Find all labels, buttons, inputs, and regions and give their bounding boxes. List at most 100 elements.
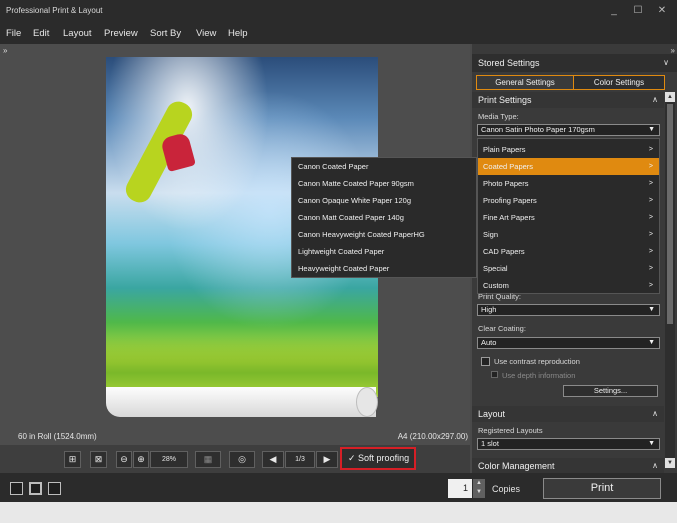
dropdown-arrow-icon: ▼ bbox=[648, 440, 655, 447]
menu-view[interactable]: View bbox=[196, 28, 216, 39]
print-settings-header[interactable]: Print Settings ∧ bbox=[472, 92, 664, 108]
category-label: Custom bbox=[483, 281, 509, 290]
stored-settings-title: Stored Settings bbox=[478, 58, 540, 68]
chevron-right-icon: > bbox=[648, 197, 653, 204]
zoom-in-icon[interactable]: ⊕ bbox=[133, 451, 149, 468]
tab-general-settings[interactable]: General Settings bbox=[476, 75, 574, 90]
print-quality-select[interactable]: High ▼ bbox=[477, 304, 660, 316]
rotate-options-icon[interactable]: ◎ bbox=[229, 451, 255, 468]
chevron-right-icon: > bbox=[648, 282, 653, 289]
chevron-up-icon: ∧ bbox=[652, 461, 658, 470]
menu-edit[interactable]: Edit bbox=[33, 28, 49, 39]
media-category-list: Plain Papers > Coated Papers > Photo Paper… bbox=[477, 138, 660, 294]
submenu-item[interactable]: Lightweight Coated Paper bbox=[292, 243, 476, 260]
minimize-button[interactable]: _ bbox=[603, 4, 625, 18]
submenu-item[interactable]: Heavyweight Coated Paper bbox=[292, 260, 476, 277]
submenu-item[interactable]: Canon Coated Paper bbox=[292, 158, 476, 175]
chevron-up-icon: ∧ bbox=[652, 409, 658, 418]
color-management-header[interactable]: Color Management ∧ bbox=[472, 458, 664, 473]
category-fine-art-papers[interactable]: Fine Art Papers > bbox=[478, 209, 659, 226]
two-page-layout-icon[interactable] bbox=[29, 482, 42, 495]
category-label: Coated Papers bbox=[483, 162, 534, 171]
soft-proofing-toggle[interactable]: ✓ Soft proofing bbox=[340, 447, 416, 470]
paper-size-label: A4 (210.00x297.00) bbox=[397, 432, 468, 441]
print-quality-label: Print Quality: bbox=[478, 292, 521, 301]
layout-title: Layout bbox=[478, 409, 506, 419]
category-label: Sign bbox=[483, 230, 499, 239]
zoom-out-icon[interactable]: ⊖ bbox=[116, 451, 132, 468]
chevron-right-icon: > bbox=[648, 146, 653, 153]
expand-left-icon[interactable]: » bbox=[3, 46, 7, 55]
single-layout-icon[interactable] bbox=[10, 482, 23, 495]
scroll-thumb[interactable] bbox=[667, 104, 673, 324]
scroll-down-icon[interactable]: ▼ bbox=[665, 458, 675, 468]
category-coated-papers[interactable]: Coated Papers > bbox=[478, 158, 659, 175]
dropdown-arrow-icon: ▼ bbox=[648, 126, 655, 133]
chevron-right-icon: > bbox=[648, 180, 653, 187]
split-layout-icon[interactable] bbox=[48, 482, 61, 495]
maximize-button[interactable]: ☐ bbox=[627, 4, 649, 18]
zoom-level-select[interactable]: 28% bbox=[150, 451, 188, 468]
category-label: Special bbox=[483, 264, 508, 273]
registered-layouts-label: Registered Layouts bbox=[478, 426, 543, 435]
category-label: Plain Papers bbox=[483, 145, 526, 154]
settings-button[interactable]: Settings... bbox=[563, 385, 658, 397]
menu-file[interactable]: File bbox=[6, 28, 21, 39]
menu-layout[interactable]: Layout bbox=[63, 28, 92, 39]
menu-sort-by[interactable]: Sort By bbox=[150, 28, 181, 39]
submenu-item[interactable]: Canon Matt Coated Paper 140g bbox=[292, 209, 476, 226]
category-label: Photo Papers bbox=[483, 179, 529, 188]
submenu-item[interactable]: Canon Matte Coated Paper 90gsm bbox=[292, 175, 476, 192]
delete-page-icon[interactable]: ⊠ bbox=[90, 451, 107, 468]
menu-preview[interactable]: Preview bbox=[104, 28, 138, 39]
chevron-right-icon: > bbox=[648, 265, 653, 272]
category-photo-papers[interactable]: Photo Papers > bbox=[478, 175, 659, 192]
contrast-reproduction-checkbox[interactable] bbox=[481, 357, 490, 366]
next-page-icon[interactable]: ▶ bbox=[316, 451, 338, 468]
chevron-right-icon: > bbox=[648, 231, 653, 238]
chevron-right-icon: > bbox=[648, 163, 653, 170]
copies-stepper[interactable]: ▲ ▼ bbox=[473, 479, 485, 498]
category-label: Proofing Papers bbox=[483, 196, 537, 205]
copies-label: Copies bbox=[492, 484, 521, 494]
dropdown-arrow-icon: ▼ bbox=[648, 339, 655, 346]
previous-page-icon[interactable]: ◀ bbox=[262, 451, 284, 468]
roll-label: 60 in Roll (1524.0mm) bbox=[18, 432, 97, 441]
tab-color-settings[interactable]: Color Settings bbox=[574, 75, 665, 90]
clear-coating-label: Clear Coating: bbox=[478, 324, 526, 333]
dropdown-arrow-icon: ▼ bbox=[648, 306, 655, 313]
media-type-value: Canon Satin Photo Paper 170gsm bbox=[481, 125, 595, 134]
registered-layouts-select[interactable]: 1 slot ▼ bbox=[477, 438, 660, 450]
coated-papers-submenu: Canon Coated Paper Canon Matte Coated Pa… bbox=[291, 157, 477, 278]
window-title: Professional Print & Layout bbox=[6, 6, 103, 15]
registered-layouts-value: 1 slot bbox=[481, 439, 499, 448]
panel-scrollbar[interactable]: ▲ ▼ bbox=[665, 92, 675, 468]
menu-help[interactable]: Help bbox=[228, 28, 248, 39]
print-quality-value: High bbox=[481, 305, 497, 314]
paper-roll-end bbox=[356, 387, 378, 417]
print-settings-title: Print Settings bbox=[478, 95, 532, 105]
depth-information-label: Use depth information bbox=[502, 371, 576, 380]
category-label: CAD Papers bbox=[483, 247, 525, 256]
menu-bar: File Edit Layout Preview Sort By View He… bbox=[0, 22, 677, 44]
category-sign[interactable]: Sign > bbox=[478, 226, 659, 243]
scroll-up-icon[interactable]: ▲ bbox=[665, 92, 675, 102]
category-cad-papers[interactable]: CAD Papers > bbox=[478, 243, 659, 260]
copies-input[interactable]: 1 bbox=[448, 479, 472, 498]
clear-coating-select[interactable]: Auto ▼ bbox=[477, 337, 660, 349]
depth-information-checkbox[interactable] bbox=[491, 371, 498, 378]
chevron-down-icon: ∨ bbox=[663, 58, 669, 67]
print-button[interactable]: Print bbox=[543, 478, 661, 499]
submenu-item[interactable]: Canon Opaque White Paper 120g bbox=[292, 192, 476, 209]
stored-settings-header[interactable]: Stored Settings ∨ bbox=[472, 54, 677, 72]
image-options-icon[interactable]: ▦ bbox=[195, 451, 221, 468]
category-proofing-papers[interactable]: Proofing Papers > bbox=[478, 192, 659, 209]
close-button[interactable]: ✕ bbox=[651, 4, 673, 18]
category-plain-papers[interactable]: Plain Papers > bbox=[478, 141, 659, 158]
media-type-select[interactable]: Canon Satin Photo Paper 170gsm ▼ bbox=[477, 124, 660, 136]
category-special[interactable]: Special > bbox=[478, 260, 659, 277]
layout-header[interactable]: Layout ∧ bbox=[472, 406, 664, 422]
add-page-icon[interactable]: ⊞ bbox=[64, 451, 81, 468]
contrast-reproduction-label: Use contrast reproduction bbox=[494, 357, 580, 366]
submenu-item[interactable]: Canon Heavyweight Coated PaperHG bbox=[292, 226, 476, 243]
